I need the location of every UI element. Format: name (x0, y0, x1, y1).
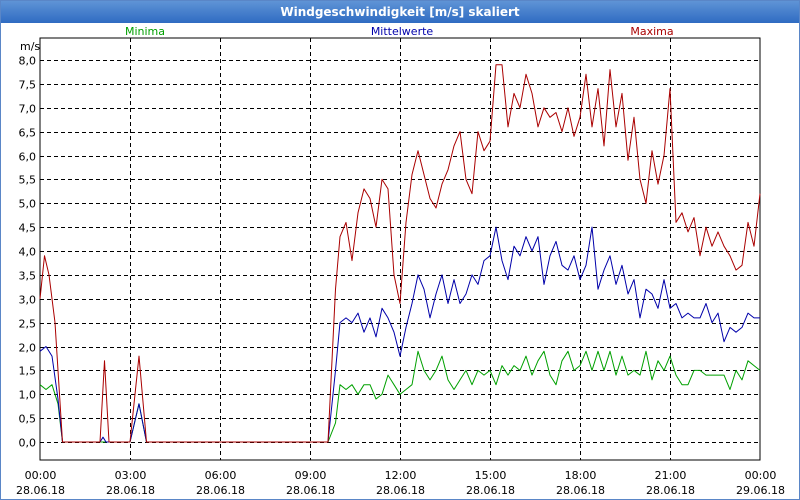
x-tick-time-label: 03:00 (115, 469, 147, 482)
x-tick-time-label: 00:00 (745, 469, 777, 482)
y-tick-label: 5,5 (19, 174, 37, 187)
x-tick-date-label: 29.06.18 (736, 484, 785, 497)
y-tick-label: 8,0 (19, 55, 37, 68)
y-tick-label: 4,0 (19, 246, 37, 259)
y-tick-label: 1,5 (19, 365, 37, 378)
x-tick-date-label: 28.06.18 (286, 484, 335, 497)
y-tick-label: 5,0 (19, 198, 37, 211)
x-tick-time-label: 21:00 (655, 469, 687, 482)
legend-item-minima: Minima (125, 25, 165, 38)
y-tick-label: 4,5 (19, 222, 37, 235)
x-tick-date-label: 28.06.18 (16, 484, 65, 497)
y-tick-label: 0,5 (19, 413, 37, 426)
y-tick-label: 6,0 (19, 151, 37, 164)
x-tick-date-label: 28.06.18 (466, 484, 515, 497)
grid (40, 38, 760, 460)
y-tick-label: 3,5 (19, 270, 37, 283)
y-tick-label: 7,5 (19, 79, 37, 92)
x-tick-time-label: 15:00 (475, 469, 507, 482)
legend-item-mittelwerte: Mittelwerte (371, 25, 434, 38)
y-axis-label: m/s (20, 40, 40, 53)
x-tick-time-label: 12:00 (385, 469, 417, 482)
x-tick-time-label: 00:00 (25, 469, 57, 482)
y-tick-label: 6,5 (19, 127, 37, 140)
y-tick-label: 2,5 (19, 318, 37, 331)
x-tick-date-label: 28.06.18 (196, 484, 245, 497)
y-tick-label: 0,0 (19, 437, 37, 450)
y-tick-label: 2,0 (19, 342, 37, 355)
series-line-maxima (39, 64, 761, 443)
x-tick-time-label: 06:00 (205, 469, 237, 482)
legend-item-maxima: Maxima (630, 25, 673, 38)
x-tick-date-label: 28.06.18 (556, 484, 605, 497)
x-tick-date-label: 28.06.18 (106, 484, 155, 497)
y-tick-label: 7,0 (19, 103, 37, 116)
x-tick-date-label: 28.06.18 (646, 484, 695, 497)
x-tick-date-label: 28.06.18 (376, 484, 425, 497)
series-lines (39, 64, 761, 443)
y-tick-label: 1,0 (19, 389, 37, 402)
x-tick-time-label: 18:00 (565, 469, 597, 482)
wind-speed-chart: 0,0 0,5 1,0 1,5 2,0 2,5 3,0 3,5 4,0 4,5 5,0 5,5 6,0 6… (16, 25, 785, 497)
y-tick-label: 3,0 (19, 294, 37, 307)
legend: Minima Mittelwerte Maxima (125, 25, 674, 38)
x-tick-time-label: 09:00 (295, 469, 327, 482)
